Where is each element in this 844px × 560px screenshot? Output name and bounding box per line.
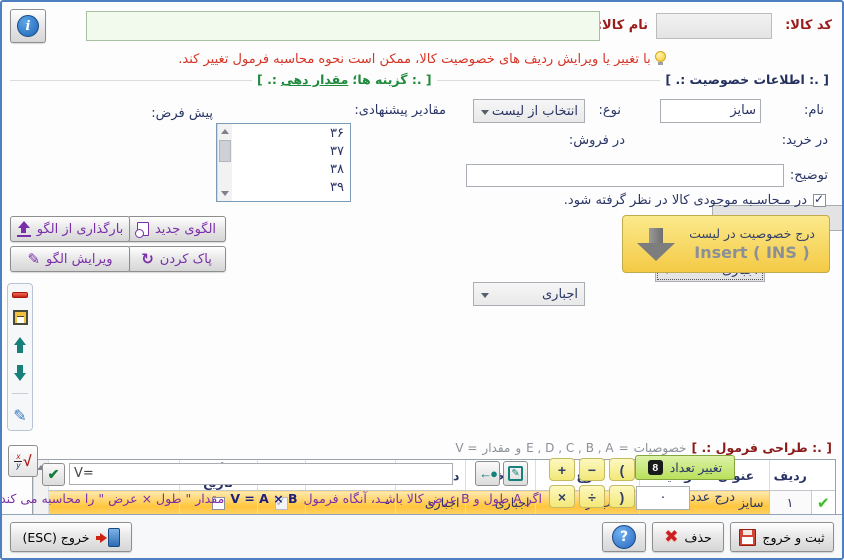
arrow-down-icon — [14, 365, 26, 381]
formula-input[interactable]: V= — [69, 463, 453, 485]
backspace-icon: ←● — [479, 466, 496, 481]
new-template-button[interactable]: الگوی جدید — [127, 216, 226, 242]
attr-type-dropdown[interactable]: انتخاب از لیست — [473, 99, 585, 123]
stock-calc-checkbox[interactable] — [813, 194, 826, 207]
product-code-field — [656, 13, 772, 39]
property-info-section-title: [ .: اطلاعات خصوصیت :. ] — [660, 72, 834, 87]
sale-mode-label: در فروش: — [569, 133, 625, 148]
edit-row-button[interactable]: ✎ — [11, 406, 29, 424]
help-button[interactable]: ? — [602, 522, 646, 552]
note-label: توضیح: — [790, 168, 828, 183]
purchase-mode-label: در خرید: — [782, 133, 828, 148]
delete-button[interactable]: حذف ✖ — [652, 522, 724, 552]
recycle-icon: ↻ — [141, 250, 154, 268]
product-code-label: کد کالا: — [785, 18, 832, 33]
note-input[interactable] — [466, 164, 784, 187]
list-item[interactable]: ۳۹ — [233, 179, 348, 197]
check-column-header — [811, 460, 835, 491]
operator-pad: + − ( × ÷ ) — [549, 458, 635, 508]
info-icon: i — [17, 15, 39, 37]
count-badge: 8 — [648, 460, 663, 475]
apply-formula-button[interactable]: ✔ — [42, 463, 65, 486]
save-row-button[interactable] — [11, 310, 29, 325]
options-section-title: [ .: گزینه ها؛ مقدار دهی :. ] — [252, 72, 437, 87]
sale-mode-dropdown[interactable]: اجباری — [473, 282, 585, 306]
formula-hint: اگر A طول و B عرض کالا باشـد، آنگاه فرمو… — [0, 491, 542, 506]
col-row-number: ردیف — [769, 460, 811, 491]
info-button[interactable]: i — [10, 9, 46, 43]
pencil-icon: ✎ — [27, 250, 40, 268]
check-icon: ✔ — [48, 466, 60, 483]
formula-section-title: V = مقدار و E , D , C , B , A = خصوصیات … — [455, 440, 832, 455]
minus-icon — [12, 292, 28, 298]
sqrt-function-button[interactable]: √ xy — [8, 445, 38, 477]
chevron-down-icon — [481, 110, 489, 115]
floppy-icon — [13, 310, 28, 325]
new-file-icon — [137, 222, 149, 236]
insert-number-label: درج عدد: — [686, 490, 735, 505]
divide-button[interactable]: ÷ — [579, 485, 605, 508]
check-icon: ✔ — [817, 494, 830, 512]
backspace-button[interactable]: ←● — [475, 461, 500, 486]
suggested-values-listbox[interactable]: ۳۶ ۳۷ ۳۸ ۳۹ — [216, 123, 351, 202]
list-item[interactable]: ۳۷ — [233, 143, 348, 161]
footer-bar: خروج (ESC) ثبت و خروج حذف ✖ ? — [2, 514, 842, 558]
insert-down-arrow-icon — [637, 228, 675, 261]
bulb-icon — [655, 51, 666, 65]
product-property-window: کد کالا: نام کالا: i با تغییر یا ویرایش … — [0, 0, 844, 560]
help-icon: ? — [612, 525, 636, 549]
list-item[interactable]: ۳۸ — [233, 161, 348, 179]
exit-door-icon — [96, 528, 120, 547]
edit-template-button[interactable]: ویرایش الگو ✎ — [10, 246, 130, 272]
formula-warning-text: با تغییر یا ویرایش ردیف های خصوصیت کالا،… — [142, 51, 702, 67]
scroll-thumb[interactable] — [219, 140, 231, 162]
pencil-icon: ✎ — [13, 406, 26, 425]
toolbar-divider — [12, 393, 28, 394]
scroll-up-icon[interactable] — [221, 129, 229, 134]
scroll-down-icon[interactable] — [221, 191, 229, 196]
edit-formula-button[interactable]: ✎ — [503, 461, 528, 486]
attr-name-input[interactable]: سایز — [660, 99, 761, 123]
minus-button[interactable]: − — [579, 458, 605, 481]
listbox-scrollbar[interactable] — [217, 124, 232, 201]
attr-name-label: نام: — [804, 103, 824, 118]
move-up-button[interactable] — [11, 337, 29, 353]
edit-icon: ✎ — [508, 466, 523, 481]
save-exit-button[interactable]: ثبت و خروج — [730, 522, 834, 552]
exit-button[interactable]: خروج (ESC) — [10, 522, 132, 552]
x-icon: ✖ — [664, 527, 678, 547]
chevron-down-icon — [481, 293, 489, 298]
move-down-button[interactable] — [11, 365, 29, 381]
row-number: ۱ — [769, 491, 811, 515]
close-paren-button[interactable]: ) — [609, 485, 635, 508]
row-toolbar: ✎ — [7, 283, 33, 431]
value-entry-link[interactable]: مقدار دهی — [281, 72, 349, 87]
suggested-values-label: مقادیر پیشنهادی: — [354, 103, 446, 118]
save-icon — [739, 529, 756, 546]
clear-button[interactable]: پاک کردن ↻ — [127, 246, 226, 272]
attr-type-label: نوع: — [599, 103, 621, 118]
plus-button[interactable]: + — [549, 458, 575, 481]
open-paren-button[interactable]: ( — [609, 458, 635, 481]
change-count-button[interactable]: تغییر تعداد 8 — [635, 455, 735, 480]
list-item[interactable]: ۳۶ — [233, 125, 348, 143]
multiply-button[interactable]: × — [549, 485, 575, 508]
stock-calc-label: در مـحاسـبه موجودی کالا در نظر گرفته شود… — [564, 193, 807, 208]
stock-calc-checkbox-row[interactable]: در مـحاسـبه موجودی کالا در نظر گرفته شود… — [564, 193, 826, 208]
product-name-field[interactable] — [86, 11, 600, 41]
delete-row-button[interactable] — [11, 292, 29, 298]
arrow-up-icon — [14, 337, 26, 353]
product-name-label: نام کالا: — [597, 18, 648, 33]
default-value-label: پیش فرض: — [151, 106, 213, 121]
upload-icon — [17, 221, 31, 237]
sqrt-icon: √ — [23, 453, 31, 470]
load-template-button[interactable]: بارگذاری از الگو — [10, 216, 130, 242]
insert-property-button[interactable]: درج خصوصیت در لیست Insert ( INS ) — [622, 215, 830, 273]
insert-number-input[interactable]: ۰ — [636, 486, 690, 510]
